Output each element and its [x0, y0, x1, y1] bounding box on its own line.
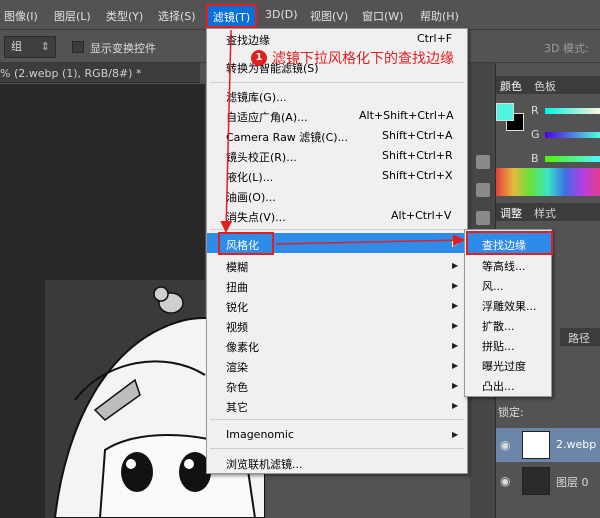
submenu-item-contour[interactable]: 等高线...: [482, 258, 526, 274]
submenu-arrow-icon: ▶: [452, 361, 459, 370]
menu-type[interactable]: 类型(Y): [106, 8, 143, 24]
menu-item-sharpen[interactable]: 锐化: [226, 299, 248, 315]
menu-layer[interactable]: 图层(L): [54, 8, 91, 24]
tab-paths[interactable]: 路径: [568, 330, 590, 346]
shortcut-liquify: Shift+Ctrl+X: [382, 169, 453, 182]
document-tab[interactable]: % (2.webp (1), RGB/8#) *: [0, 63, 200, 83]
submenu-arrow-icon: ▶: [452, 381, 459, 390]
menu-item-vanishing-point[interactable]: 消失点(V)...: [226, 209, 286, 225]
slider-label-g: G: [531, 128, 540, 141]
layer-name[interactable]: 图层 0: [556, 474, 589, 490]
submenu-item-emboss[interactable]: 浮雕效果...: [482, 298, 537, 314]
eye-icon[interactable]: ◉: [500, 474, 510, 488]
submenu-arrow-icon: ▶: [452, 430, 459, 439]
character-icon[interactable]: [476, 211, 490, 225]
menu-item-browse-online[interactable]: 浏览联机滤镜...: [226, 456, 303, 472]
shortcut-camera-raw: Shift+Ctrl+A: [382, 129, 453, 142]
auto-select-dropdown[interactable]: 组 ⇕: [4, 36, 56, 58]
3d-mode-label: 3D 模式:: [544, 42, 589, 55]
menu-item-oil-paint[interactable]: 油画(O)...: [226, 189, 276, 205]
b-slider[interactable]: [545, 156, 600, 162]
submenu-arrow-icon: ▶: [452, 301, 459, 310]
menu-view[interactable]: 视图(V): [310, 8, 348, 24]
menu-item-pixelate[interactable]: 像素化: [226, 339, 259, 355]
submenu-arrow-icon: ▶: [452, 239, 459, 248]
layer-thumbnail: [522, 467, 550, 495]
submenu-arrow-icon: ▶: [452, 321, 459, 330]
submenu-arrow-icon: ▶: [452, 281, 459, 290]
submenu-item-tiles[interactable]: 拼贴...: [482, 338, 515, 354]
properties-icon[interactable]: [476, 183, 490, 197]
menu-help[interactable]: 帮助(H): [420, 8, 459, 24]
chevron-updown-icon: ⇕: [40, 40, 50, 53]
menu-item-blur[interactable]: 模糊: [226, 259, 248, 275]
menu-item-lens-correction[interactable]: 镜头校正(R)...: [226, 149, 297, 165]
menu-item-imagenomic[interactable]: Imagenomic: [226, 428, 294, 441]
submenu-item-solarize[interactable]: 曝光过度: [482, 358, 526, 374]
menu-item-last-filter[interactable]: 查找边缘: [226, 32, 270, 48]
layers-panel-tabs: 路径: [560, 328, 600, 346]
menu-item-other[interactable]: 其它: [226, 399, 248, 415]
menu-item-filter-gallery[interactable]: 滤镜库(G)...: [226, 89, 287, 105]
menubar: 图像(I) 图层(L) 类型(Y) 选择(S) 3D(D) 视图(V) 窗口(W…: [0, 0, 600, 30]
color-spectrum[interactable]: [496, 168, 600, 196]
show-transform-label: 显示变换控件: [90, 42, 156, 55]
foreground-color-swatch[interactable]: [496, 103, 514, 121]
dropdown-value: 组: [11, 40, 22, 53]
submenu-item-diffuse[interactable]: 扩散...: [482, 318, 515, 334]
submenu-arrow-icon: ▶: [452, 341, 459, 350]
menu-divider: [210, 448, 464, 449]
layer-name[interactable]: 2.webp (: [556, 438, 600, 451]
document-tab-title: % (2.webp (1), RGB/8#) *: [0, 67, 142, 80]
submenu-item-wind[interactable]: 风...: [482, 278, 504, 294]
step-number-badge: 1: [251, 50, 267, 66]
eye-icon[interactable]: ◉: [500, 438, 510, 452]
menu-divider: [210, 82, 464, 83]
annotation-box: [218, 232, 274, 255]
show-transform-checkbox[interactable]: [72, 41, 84, 53]
menu-item-distort[interactable]: 扭曲: [226, 279, 248, 295]
layer-thumbnail: [522, 431, 550, 459]
shortcut-lens-correction: Shift+Ctrl+R: [382, 149, 453, 162]
menu-item-render[interactable]: 渲染: [226, 359, 248, 375]
g-slider[interactable]: [545, 132, 600, 138]
menu-divider: [210, 229, 464, 230]
annotation-text: 滤镜下拉风格化下的查找边缘: [272, 51, 454, 67]
history-icon[interactable]: [476, 155, 490, 169]
tab-swatches[interactable]: 色板: [534, 78, 556, 94]
tab-adjustments[interactable]: 调整: [500, 205, 522, 221]
slider-label-b: B: [531, 152, 539, 165]
menu-item-noise[interactable]: 杂色: [226, 379, 248, 395]
r-slider[interactable]: [545, 108, 600, 114]
slider-label-r: R: [531, 104, 539, 117]
shortcut-vanishing-point: Alt+Ctrl+V: [391, 209, 452, 222]
menu-divider: [210, 419, 464, 420]
menu-select[interactable]: 选择(S): [158, 8, 196, 24]
menu-item-camera-raw[interactable]: Camera Raw 滤镜(C)...: [226, 129, 348, 145]
menu-item-video[interactable]: 视频: [226, 319, 248, 335]
tab-styles[interactable]: 样式: [534, 205, 556, 221]
adjustments-panel-tabs: 调整 样式: [496, 203, 600, 221]
menu-item-liquify[interactable]: 液化(L)...: [226, 169, 273, 185]
shortcut-adaptive-wide-angle: Alt+Shift+Ctrl+A: [359, 109, 454, 122]
lock-label: 锁定:: [498, 406, 524, 419]
shortcut-last-filter: Ctrl+F: [417, 32, 453, 45]
submenu-arrow-icon: ▶: [452, 261, 459, 270]
submenu-arrow-icon: ▶: [452, 401, 459, 410]
tab-color[interactable]: 颜色: [500, 78, 522, 94]
annotation-box: [466, 231, 553, 255]
menu-window[interactable]: 窗口(W): [362, 8, 403, 24]
menu-filter[interactable]: 滤镜(T): [206, 4, 257, 28]
menu-item-adaptive-wide-angle[interactable]: 自适应广角(A)...: [226, 109, 308, 125]
submenu-item-extrude[interactable]: 凸出...: [482, 378, 515, 394]
menu-image[interactable]: 图像(I): [4, 8, 38, 24]
color-panel-tabs: 颜色 色板: [496, 76, 600, 94]
menu-3d[interactable]: 3D(D): [265, 8, 298, 21]
